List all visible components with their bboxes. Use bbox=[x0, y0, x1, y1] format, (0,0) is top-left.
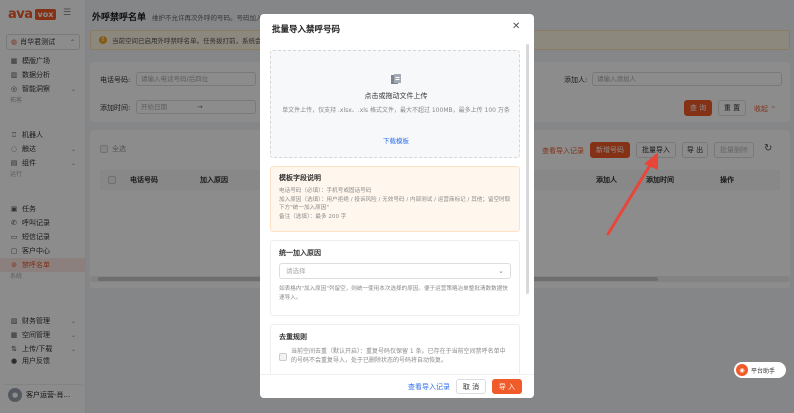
template-line: 下方"统一加入原因" bbox=[279, 205, 329, 211]
dialog-scrollbar[interactable] bbox=[526, 44, 529, 294]
reason-hint: 如表格内"加入原因"列留空，则统一使用本次选择的原因。便于运营策略冶单整批清数数… bbox=[279, 286, 508, 301]
file-upload-icon bbox=[391, 74, 401, 84]
template-line: 备注（选填）：最多 200 字 bbox=[279, 213, 347, 220]
reason-select[interactable]: 请选择 ⌄ bbox=[279, 263, 511, 279]
view-import-log-link[interactable]: 查看导入记录 bbox=[408, 382, 450, 392]
template-line: 电话号码（必填）：手机号或固话号码 bbox=[279, 188, 372, 194]
template-line: 加入原因（选填）：用户拒绝 / 投诉风险 / 无效号码 / 内部测试 / 运营商… bbox=[279, 196, 511, 203]
dedupe-option[interactable]: 当前空间去重（默认开启）：重复号码仅保留 1 条。已存在于当前空间禁呼名单中的号… bbox=[279, 347, 511, 365]
reason-placeholder: 请选择 bbox=[286, 267, 306, 275]
file-upload-dropzone[interactable]: 点击或拖动文件上传 单文件上传，仅支持 .xlsx、.xls 格式文件，最大不超… bbox=[270, 50, 520, 158]
template-fields-info: 模板字段说明 电话号码（必填）：手机号或固话号码 加入原因（选填）：用户拒绝 /… bbox=[270, 166, 520, 232]
template-title: 模板字段说明 bbox=[279, 174, 321, 182]
assistant-icon: ◉ bbox=[736, 364, 748, 376]
dialog-footer: 查看导入记录 取 消 导 入 bbox=[260, 374, 534, 398]
dialog-body: 点击或拖动文件上传 单文件上传，仅支持 .xlsx、.xls 格式文件，最大不超… bbox=[260, 42, 534, 382]
upload-title: 点击或拖动文件上传 bbox=[364, 92, 428, 100]
batch-import-dialog: 批量导入禁呼号码 ✕ 点击或拖动文件上传 单文件上传，仅支持 .xlsx、.xl… bbox=[260, 14, 534, 398]
upload-hint: 单文件上传，仅支持 .xlsx、.xls 格式文件，最大不超过 100MB，最多… bbox=[282, 107, 510, 114]
reason-title: 统一加入原因 bbox=[279, 249, 321, 257]
platform-assistant-button[interactable]: ◉ 平台助手 bbox=[734, 362, 786, 378]
download-template-link[interactable]: 下载模板 bbox=[271, 135, 521, 145]
app: ava vox ☰ ◍ 肖华君测试 ⌃ ▦ 模版广场 ▥ 数据分析 ◎ 智能洞察… bbox=[0, 0, 794, 413]
close-icon[interactable]: ✕ bbox=[512, 21, 520, 32]
dedupe-checkbox[interactable] bbox=[279, 353, 287, 361]
assistant-label: 平台助手 bbox=[751, 367, 776, 375]
dialog-title: 批量导入禁呼号码 bbox=[272, 25, 341, 35]
annotation-arrow-icon bbox=[606, 152, 658, 236]
unified-reason-card: 统一加入原因 请选择 ⌄ 如表格内"加入原因"列留空，则统一使用本次选择的原因。… bbox=[270, 240, 520, 316]
import-button[interactable]: 导 入 bbox=[492, 379, 522, 394]
cancel-button[interactable]: 取 消 bbox=[456, 379, 486, 394]
dedupe-text: 当前空间去重（默认开启）：重复号码仅保留 1 条。已存在于当前空间禁呼名单中的号… bbox=[291, 348, 506, 364]
dedupe-title: 去重规则 bbox=[279, 333, 307, 341]
chevron-down-icon: ⌄ bbox=[498, 267, 504, 275]
